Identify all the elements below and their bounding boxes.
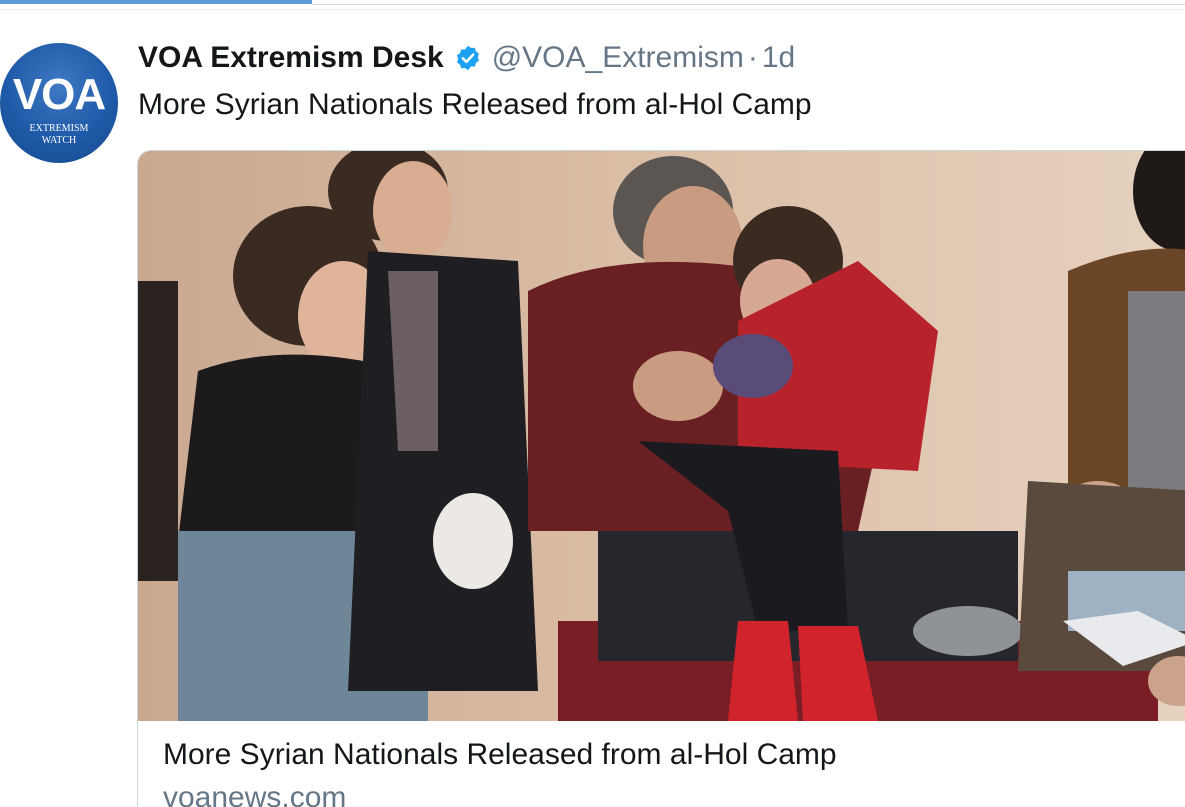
separator: · — [747, 41, 758, 74]
card-image[interactable] — [138, 151, 1185, 721]
tweet-view: VOA EXTREMISM WATCH VOA Extremism Desk @… — [0, 0, 1185, 807]
tweet-header: VOA Extremism Desk @VOA_Extremism · 1d — [138, 38, 795, 78]
timestamp[interactable]: 1d — [762, 41, 795, 75]
divider — [0, 9, 1185, 10]
display-name[interactable]: VOA Extremism Desk — [138, 41, 444, 75]
tab-indicator — [0, 0, 312, 4]
avatar-logo-text: VOA — [12, 70, 106, 119]
avatar-subtitle: EXTREMISM WATCH — [0, 123, 118, 147]
divider — [312, 4, 1185, 5]
avatar[interactable]: VOA EXTREMISM WATCH — [0, 43, 118, 163]
card-domain[interactable]: voanews.com — [163, 781, 346, 807]
avatar-subtitle-line: EXTREMISM — [29, 123, 89, 134]
tweet-text: More Syrian Nationals Released from al-H… — [138, 88, 812, 121]
verified-badge-icon — [454, 44, 482, 72]
avatar-subtitle-line: WATCH — [41, 135, 77, 146]
user-handle[interactable]: @VOA_Extremism — [492, 41, 744, 75]
link-card[interactable]: More Syrian Nationals Released from al-H… — [137, 150, 1185, 807]
card-title[interactable]: More Syrian Nationals Released from al-H… — [163, 738, 837, 772]
